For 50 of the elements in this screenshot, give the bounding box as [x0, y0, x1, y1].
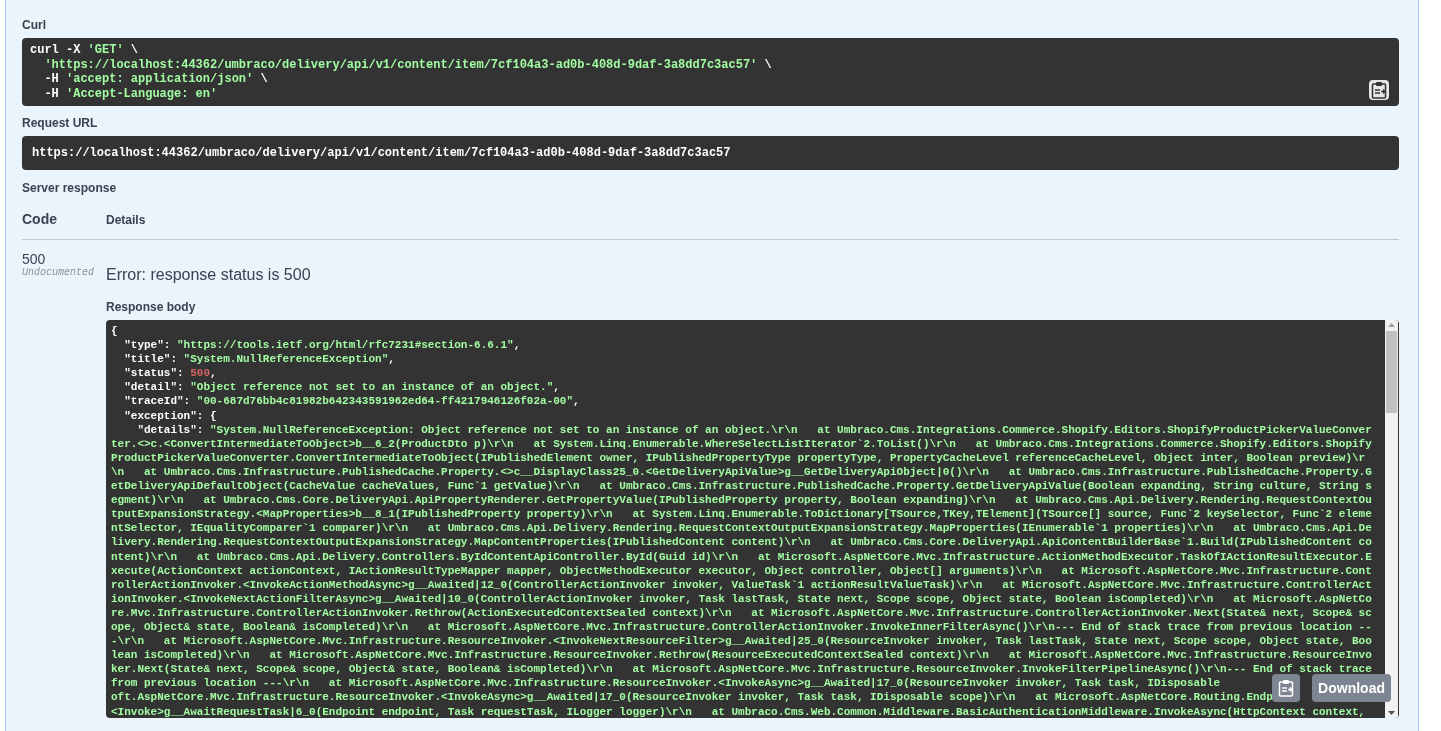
section-label: Curl	[22, 18, 47, 32]
code-line: re.Mvc.Infrastructure.ControllerActionInvoker.Rethrow(ActionExecutedContextSealed context)\r\n at Microsoft.AspNetCore.Mvc.Infrastructure.ControllerActionInvoker.Next(State& next, Scope& sc	[111, 605, 1372, 620]
code-line: "type": "https://tools.ietf.org/html/rfc7231#section-6.6.1",	[123, 338, 521, 353]
section-label: Response body	[106, 300, 197, 314]
code-line: \n at Umbraco.Cms.Infrastructure.PublishedCache.Property.<>c__DisplayClass25_0.<GetDeliveryApiValue>g__GetDeliveryApiObject|0()\r\n at Umbraco.Cms.Infrastructure.PublishedCache.Property.G	[111, 464, 1372, 480]
code-line: -H 'Accept-Language: en'	[43, 86, 218, 101]
code-line: ionInvoker.<InvokeNextActionFilterAsync>g__Awaited|10_0(ControllerActionInvoker invoker, Task lastTask, State next, Scope scope, Object state, Boolean isCompleted)\r\n at Microsoft.AspNetCo	[111, 591, 1372, 606]
download-button[interactable]: Download	[1312, 674, 1391, 702]
scroll-thumb[interactable]	[1386, 331, 1397, 413]
code-line: livery.Rendering.RequestContextOutputExpansionStrategy.MapContentProperties(IPublishedContent content)\r\n at Umbraco.Cms.Core.DeliveryApi.ApiContentBuilderBase`1.Build(IPublishedContent co	[111, 535, 1372, 550]
code-line: "exception": {	[123, 408, 217, 423]
column-header: Code	[22, 211, 58, 227]
code-line: "status": 500,	[123, 366, 217, 381]
code-line: lean isCompleted)\r\n at Microsoft.AspNetCore.Mvc.Infrastructure.ResourceInvoker.Rethrow(ResourceExecutedContextSealed context)\r\n at Microsoft.AspNetCore.Mvc.Infrastructure.ResourceInvo	[111, 648, 1372, 663]
code-line: 'https://localhost:44362/umbraco/delivery/api/v1/content/item/7cf104a3-ad0b-408d-9daf-3a8dd7c3ac57' \	[43, 57, 772, 72]
clipboard-icon	[1278, 679, 1295, 697]
code-line: ope, Object& state, Boolean& isCompleted)\r\n at Microsoft.AspNetCore.Mvc.Infrastructure.ControllerActionInvoker.InvokeInnerFilterAsync()\r\n--- End of stack trace from previous location --	[111, 619, 1372, 635]
code-line: "detail": "Object reference not set to an instance of an object.",	[123, 380, 560, 395]
code-line: from previous location ---\r\n at Microsoft.AspNetCore.Mvc.Infrastructure.ResourceInvoker.<InvokeAsync>g__Awaited|17_0(ResourceInvoker invoker, Task task, IDisposable	[111, 676, 1220, 691]
code-line: "traceId": "00-687d76bb4c81982b642343591962ed64-ff4217946126f02a-00",	[123, 394, 580, 409]
code-line: -\r\n at Microsoft.AspNetCore.Mvc.Infrastructure.ResourceInvoker.<InvokeNextResourceFilter>g__Awaited|25_0(ResourceInvoker invoker, Task lastTask, State next, Scope scope, Object state, Boo	[111, 634, 1372, 649]
code-line: curl -X 'GET' \	[30, 43, 139, 58]
clipboard-icon	[1371, 81, 1387, 99]
code-line: ker.Next(State& next, Scope& scope, Object& state, Boolean& isCompleted)\r\n at Microsoft.AspNetCore.Mvc.Infrastructure.ResourceInvoker.InvokeFilterPipelineAsync()\r\n--- End of stack trace	[111, 662, 1372, 677]
section-label: Request URL	[22, 116, 99, 130]
code-line: ntent)\r\n at Umbraco.Cms.Api.Delivery.Controllers.ByIdContentApiController.ById(Guid id)\r\n at Microsoft.AspNetCore.Mvc.Infrastructure.ActionMethodExecutor.TaskOfIActionResultExecutor.E	[111, 549, 1372, 564]
code-line: -H 'accept: application/json' \	[43, 72, 268, 87]
code-line: <Invoke>g__AwaitRequestTask|6_0(Endpoint endpoint, Task requestTask, ILogger logger)\r\n at Umbraco.Cms.Web.Common.Middleware.BasicAuthenticationMiddleware.InvokeAsync(HttpContext context,	[111, 704, 1366, 718]
code-line: {	[111, 324, 118, 339]
code-line: tputExpansionStrategy.<MapProperties>b__8_1(IPublishedProperty property)\r\n at System.Linq.Enumerable.ToDictionary[TSource,TKey,TElement](TSource[] source, Func`2 keySelector, Func`2 eleme	[111, 507, 1372, 522]
copy-button[interactable]	[1272, 674, 1301, 702]
column-header: Details	[106, 213, 146, 227]
code-line: "details": "System.NullReferenceException: Object reference not set to an instance of an object.\r\n at Umbraco.Cms.Integrations.Commerce.Shopify.Editors.ShopifyProductPickerValueConver	[136, 422, 1372, 437]
code-line: xecute(ActionContext actionContext, IActionResultTypeMapper mapper, ObjectMethodExecutor executor, Object controller, Object[] arguments)\r\n at Microsoft.AspNetCore.Mvc.Infrastructure.Cont	[111, 563, 1372, 578]
status-code: 500	[22, 251, 47, 267]
scrollbar[interactable]	[1385, 320, 1398, 718]
status-note: Undocumented	[22, 267, 95, 278]
request-url-value: https://localhost:44362/umbraco/delivery/api/v1/content/item/7cf104a3-ad0b-408d-9daf-3a8dd7c3ac57	[22, 136, 1399, 170]
code-line: ProductPickerValueConverter.ConvertIntermediateToObject(IPublishedElement owner, IPublishedPropertyType propertyType, PropertyCacheLevel referenceCacheLevel, Object inter, Boolean preview)\r	[111, 450, 1366, 465]
code-line: rollerActionInvoker.<InvokeActionMethodAsync>g__Awaited|12_0(ControllerActionInvoker invoker, ValueTask`1 actionResultValueTask)\r\n at Microsoft.AspNetCore.Mvc.Infrastructure.ControllerAct	[111, 577, 1372, 592]
code-line: "title": "System.NullReferenceException",	[123, 352, 395, 367]
code-line: oft.AspNetCore.Mvc.Infrastructure.ResourceInvoker.<InvokeAsync>g__Awaited|17_0(ResourceInvoker invoker, Task task, IDisposable scope)\r\n at Microsoft.AspNetCore.Routing.Endp	[111, 690, 1273, 705]
copy-button[interactable]	[1369, 80, 1389, 100]
error-message: Error: response status is 500	[106, 266, 312, 284]
code-line: etDeliveryApiDefaultObject(CacheValue cacheValues, Func`1 getValue)\r\n at Umbraco.Cms.Infrastructure.PublishedCache.Property.GetDeliveryApiValue(Boolean expanding, String culture, String s	[111, 479, 1372, 494]
code-line: egment)\r\n at Umbraco.Cms.Core.DeliveryApi.ApiPropertyRenderer.GetPropertyValue(IPublishedProperty property, Boolean expanding)\r\n at Umbraco.Cms.Api.Delivery.Rendering.RequestContextOu	[111, 493, 1372, 508]
scroll-down-arrow-icon[interactable]	[1385, 709, 1398, 718]
code-line: ntSelector, IEqualityComparer`1 comparer)\r\n at Umbraco.Cms.Api.Delivery.Rendering.RequestContextOutputExpansionStrategy.MapProperties(IEnumerable`1 properties)\r\n at Umbraco.Cms.Api.De	[111, 521, 1372, 536]
section-label: Server response	[22, 181, 118, 195]
code-line: ter.<>c.<ConvertIntermediateToObject>b__6_2(ProductDto p)\r\n at System.Linq.Enumerable.WhereSelectListIterator`2.ToList()\r\n at Umbraco.Cms.Integrations.Commerce.Shopify.Editors.Shopify	[111, 436, 1372, 451]
